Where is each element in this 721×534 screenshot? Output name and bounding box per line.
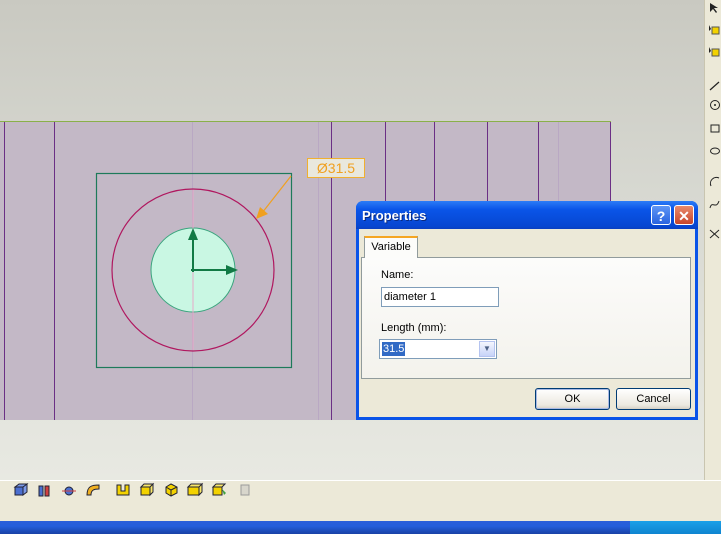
help-button[interactable]: ?	[651, 205, 671, 225]
dimension-arrowhead	[256, 207, 268, 219]
sketch-toolbar	[704, 0, 721, 480]
ok-button[interactable]: OK	[535, 388, 610, 410]
line-icon[interactable]	[708, 80, 720, 92]
spline-icon[interactable]	[708, 198, 720, 210]
select-filter-icon[interactable]	[708, 24, 720, 36]
sweep-icon[interactable]	[60, 481, 78, 499]
multi-select-icon[interactable]	[708, 46, 720, 58]
variable-tab-panel: Name: Length (mm):	[361, 257, 691, 379]
block-icon[interactable]	[186, 481, 204, 499]
name-input[interactable]	[381, 287, 499, 307]
length-combobox[interactable]: 31.5 ▼	[379, 339, 497, 359]
properties-dialog: Properties ? ✕ Variable Name: Length (mm…	[356, 201, 698, 420]
trim-icon[interactable]	[708, 228, 720, 240]
length-value: 31.5	[382, 342, 406, 356]
revolve-icon[interactable]	[36, 481, 54, 499]
box-icon[interactable]	[138, 481, 156, 499]
system-tray	[630, 521, 721, 534]
cancel-button[interactable]: Cancel	[616, 388, 691, 410]
chamfer-icon[interactable]	[236, 481, 254, 499]
extrude-icon[interactable]	[12, 481, 30, 499]
select-icon[interactable]	[708, 2, 720, 14]
dialog-titlebar[interactable]: Properties ? ✕	[356, 201, 698, 229]
taskbar	[0, 521, 721, 534]
fillet-icon[interactable]	[210, 481, 228, 499]
loft-icon[interactable]	[84, 481, 102, 499]
tab-variable[interactable]: Variable	[364, 236, 418, 258]
dialog-body: Variable Name: Length (mm): 31.5 ▼ OK Ca…	[359, 229, 695, 417]
cylinder-icon[interactable]	[162, 481, 180, 499]
circle-icon[interactable]	[708, 99, 720, 111]
diameter-dimension-label[interactable]: Ø31.5	[307, 158, 365, 178]
name-label: Name:	[381, 269, 414, 281]
ellipse-icon[interactable]	[708, 145, 720, 157]
dimension-leader	[261, 175, 292, 214]
shell-icon[interactable]	[114, 481, 132, 499]
chevron-down-icon[interactable]: ▼	[479, 341, 495, 357]
close-button[interactable]: ✕	[674, 205, 694, 225]
features-toolbar	[0, 480, 721, 522]
rectangle-icon[interactable]	[708, 122, 720, 134]
length-label: Length (mm):	[381, 322, 447, 334]
arc-icon[interactable]	[708, 175, 720, 187]
dialog-title: Properties	[362, 208, 427, 223]
